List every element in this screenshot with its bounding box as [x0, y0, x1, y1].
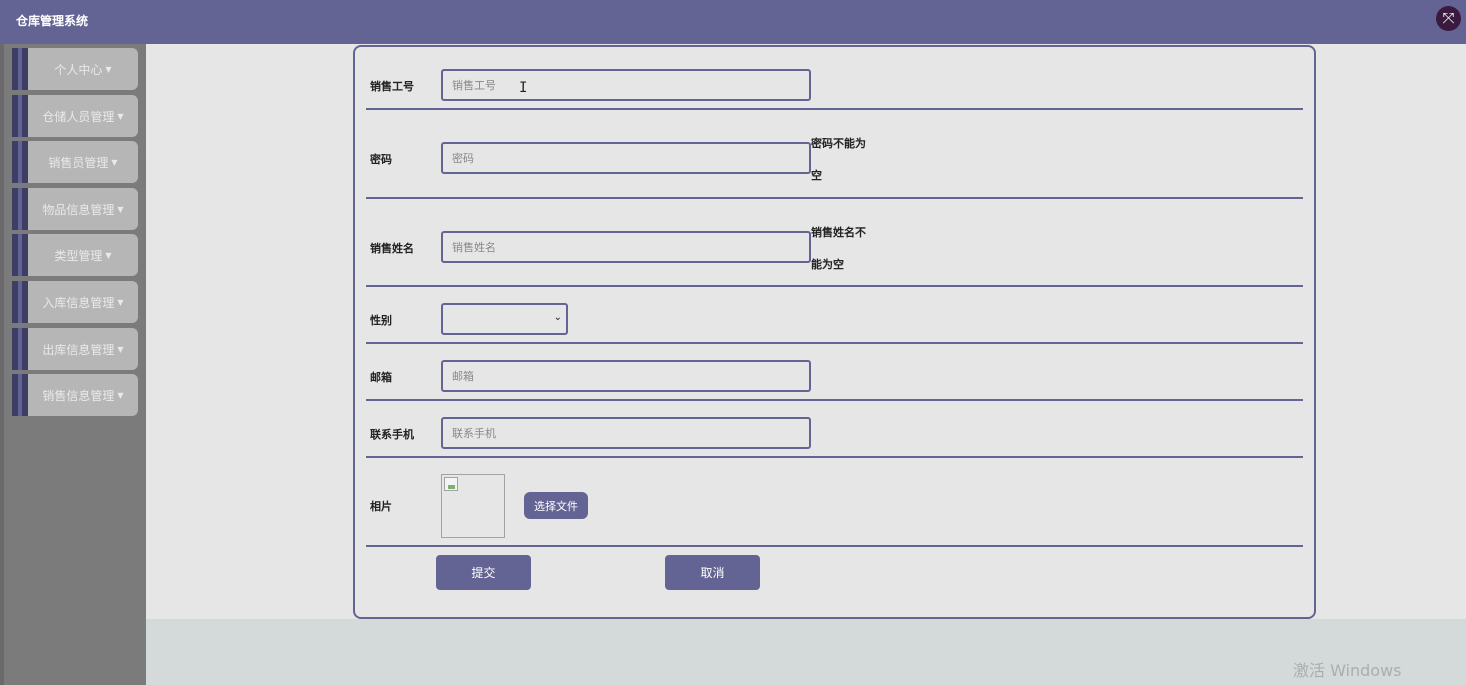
fullscreen-exit-icon[interactable]: ⤧ — [1436, 6, 1461, 31]
chevron-down-icon: ⌄ — [553, 312, 562, 323]
caret-down-icon: ▼ — [117, 297, 124, 307]
sidebar-item-sales-info[interactable]: 销售信息管理 ▼ — [12, 374, 138, 416]
gender-label: 性别 — [370, 314, 392, 327]
sidebar-item-label: 出库信息管理 — [42, 342, 115, 357]
broken-image-icon — [444, 477, 458, 491]
sidebar-item-label: 仓储人员管理 — [42, 109, 115, 124]
form-divider — [366, 197, 1303, 199]
form-divider — [366, 108, 1303, 110]
submit-button[interactable]: 提交 — [436, 555, 531, 590]
sidebar-item-label: 物品信息管理 — [42, 202, 115, 217]
email-label: 邮箱 — [370, 371, 392, 384]
sales-name-error-line2: 能为空 — [811, 258, 844, 271]
form-divider — [366, 342, 1303, 344]
caret-down-icon: ▼ — [117, 390, 124, 400]
footer-band — [146, 619, 1466, 685]
sidebar-item-item-info[interactable]: 物品信息管理 ▼ — [12, 188, 138, 230]
app-title: 仓库管理系统 — [16, 14, 89, 28]
photo-preview — [441, 474, 505, 538]
sidebar-item-label: 类型管理 — [54, 248, 103, 263]
cancel-button[interactable]: 取消 — [665, 555, 760, 590]
sidebar-item-label: 销售信息管理 — [42, 388, 115, 403]
phone-label: 联系手机 — [370, 428, 414, 441]
password-error-line1: 密码不能为 — [811, 137, 866, 150]
sales-name-error-line1: 销售姓名不 — [811, 226, 866, 239]
sidebar-item-outbound[interactable]: 出库信息管理 ▼ — [12, 328, 138, 370]
top-bar: 仓库管理系统 ⤧ — [0, 0, 1466, 44]
sidebar: 个人中心 ▼ 仓储人员管理 ▼ 销售员管理 ▼ 物品信息管理 ▼ 类型管理 ▼ 入库信息管… — [0, 44, 146, 685]
form-divider — [366, 285, 1303, 287]
gender-select[interactable]: ⌄ — [441, 303, 568, 335]
sidebar-item-label: 个人中心 — [54, 62, 103, 77]
sidebar-item-label: 入库信息管理 — [42, 295, 115, 310]
form-divider — [366, 545, 1303, 547]
sales-name-label: 销售姓名 — [370, 242, 414, 255]
caret-down-icon: ▼ — [111, 157, 118, 167]
sales-name-input[interactable] — [441, 231, 811, 263]
sidebar-item-storage-staff[interactable]: 仓储人员管理 ▼ — [12, 95, 138, 137]
email-input[interactable] — [441, 360, 811, 392]
caret-down-icon: ▼ — [117, 204, 124, 214]
sales-id-label: 销售工号 — [370, 80, 414, 93]
sidebar-item-salesperson[interactable]: 销售员管理 ▼ — [12, 141, 138, 183]
sidebar-item-personal-center[interactable]: 个人中心 ▼ — [12, 48, 138, 90]
photo-label: 相片 — [370, 500, 392, 513]
sidebar-item-inbound[interactable]: 入库信息管理 ▼ — [12, 281, 138, 323]
caret-down-icon: ▼ — [117, 344, 124, 354]
form-divider — [366, 399, 1303, 401]
caret-down-icon: ▼ — [117, 111, 124, 121]
phone-input[interactable] — [441, 417, 811, 449]
text-cursor-icon: I — [519, 80, 528, 96]
caret-down-icon: ▼ — [105, 250, 112, 260]
sidebar-item-type[interactable]: 类型管理 ▼ — [12, 234, 138, 276]
sidebar-item-label: 销售员管理 — [48, 155, 109, 170]
password-label: 密码 — [370, 153, 392, 166]
choose-file-button[interactable]: 选择文件 — [524, 492, 588, 519]
password-input[interactable] — [441, 142, 811, 174]
password-error-line2: 空 — [811, 169, 822, 182]
sales-id-input[interactable] — [441, 69, 811, 101]
form-divider — [366, 456, 1303, 458]
caret-down-icon: ▼ — [105, 64, 112, 74]
windows-activation-watermark: 激活 Windows — [1293, 661, 1402, 680]
